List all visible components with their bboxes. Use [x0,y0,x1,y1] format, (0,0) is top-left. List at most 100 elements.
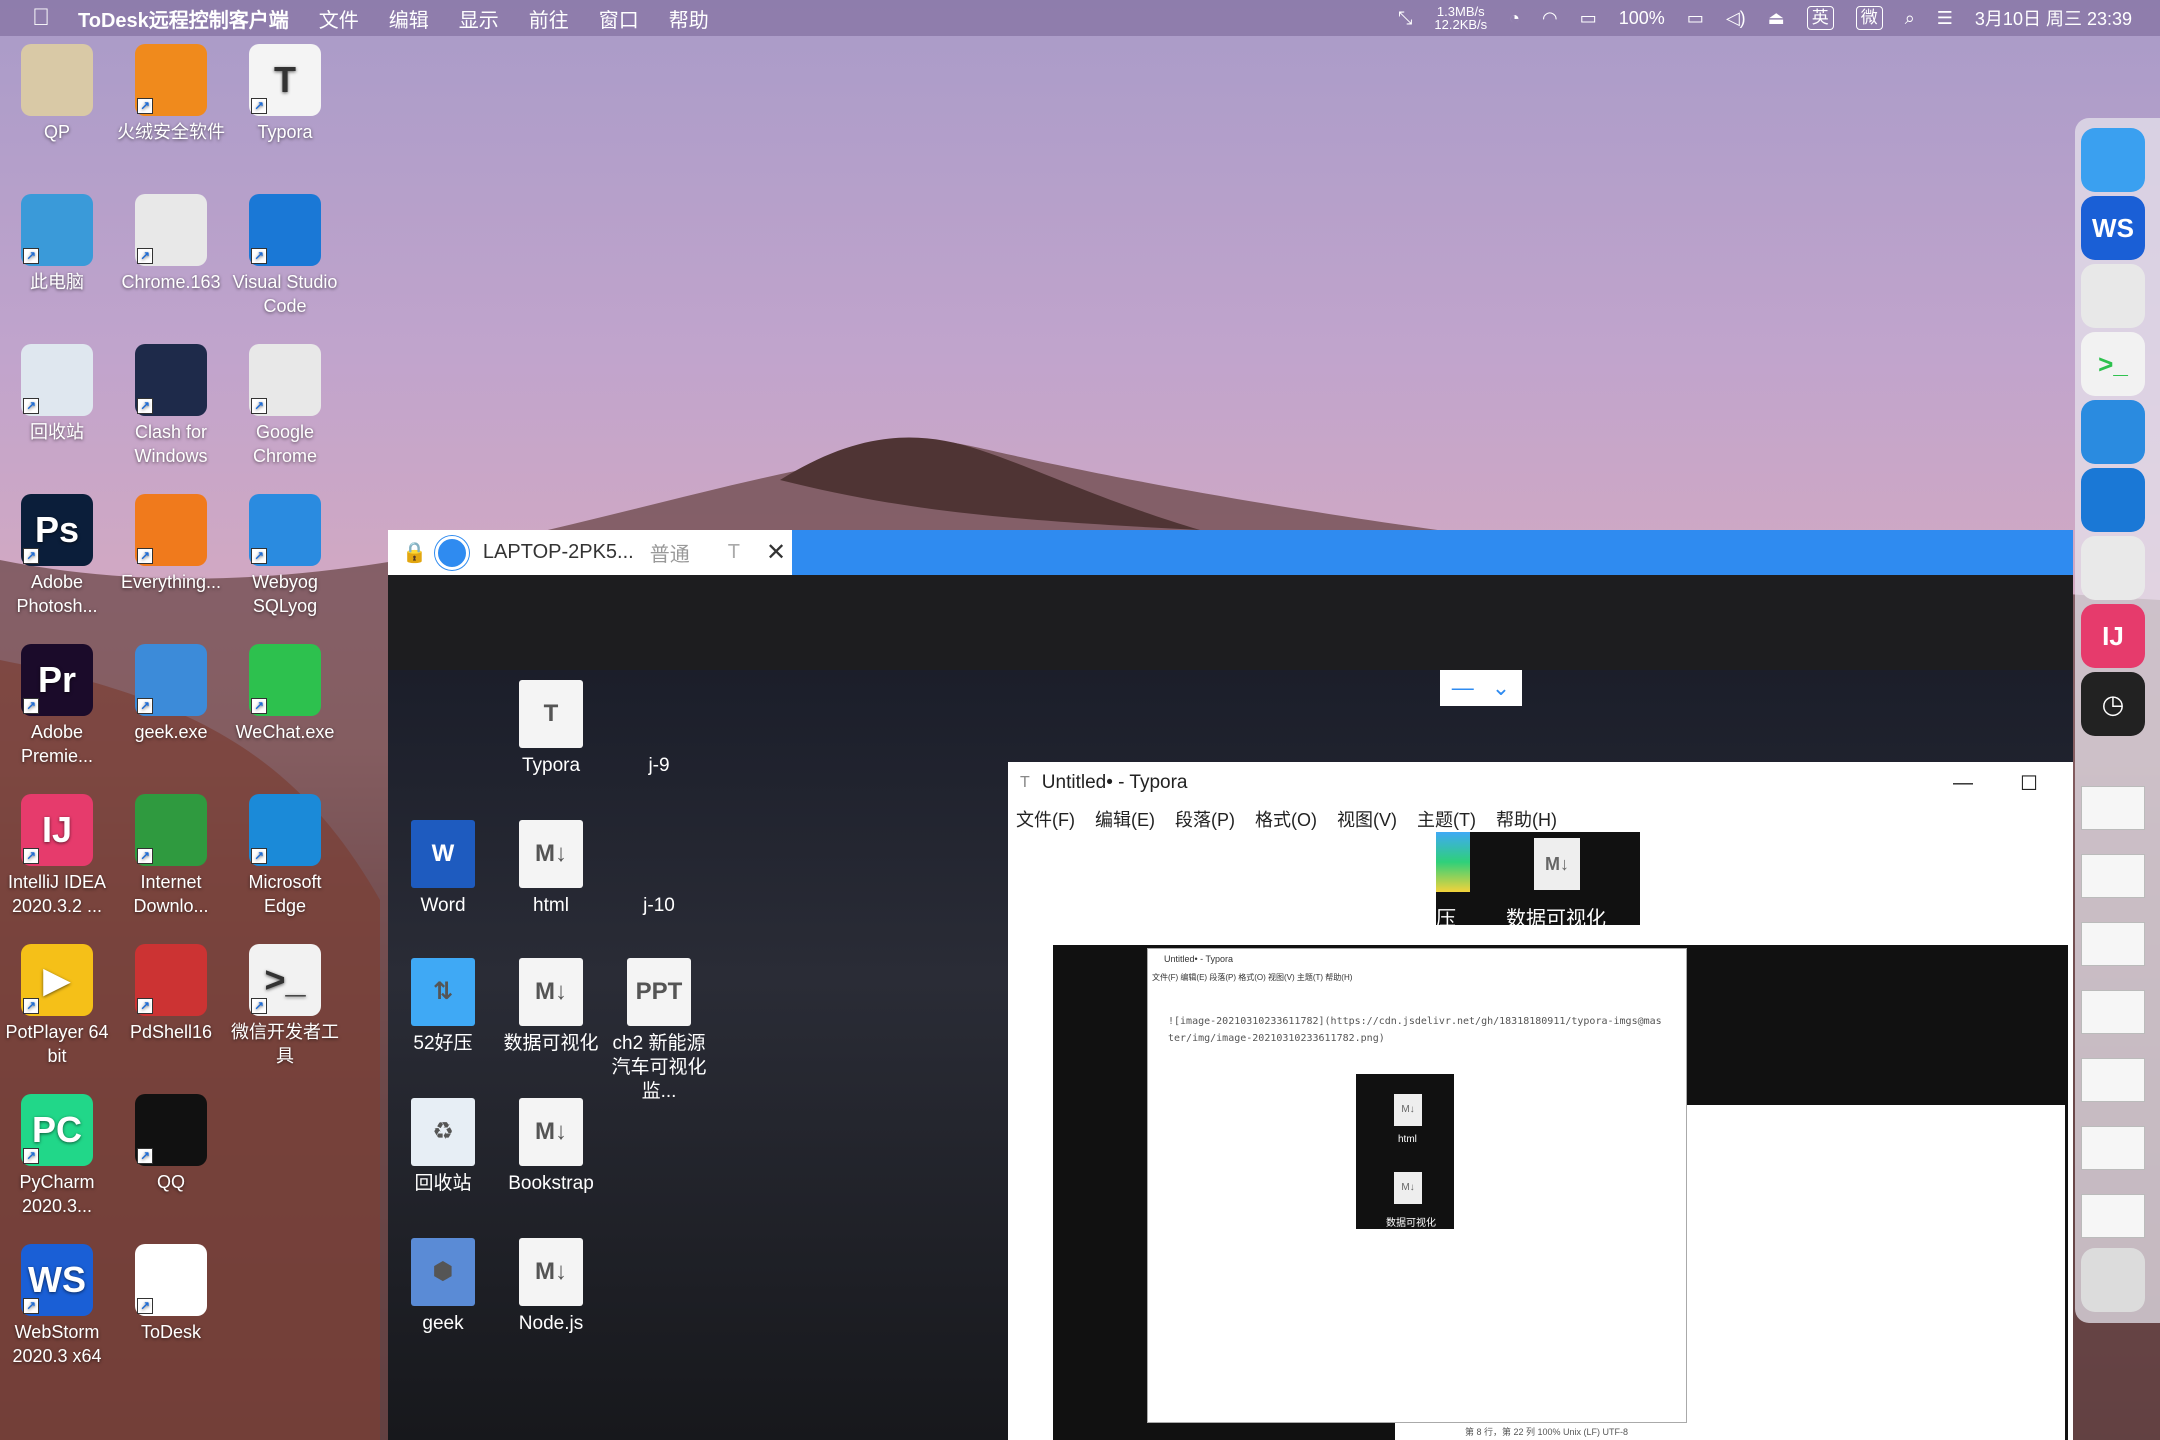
desktop-icon[interactable]: ↗ Internet Downlo... [111,794,231,918]
volume-icon[interactable]: ◁) [1726,8,1746,29]
remote-file-icon: PPT [627,958,691,1026]
desktop-icon[interactable]: Pr ↗ Adobe Premie... [0,644,117,768]
menu-meter-icon[interactable]: ◔ [1509,8,1520,29]
spotlight-icon[interactable]: ⌕ [1905,8,1915,29]
desktop-icon[interactable]: ↗ Webyog SQLyog [225,494,345,618]
remote-desktop-icon[interactable]: ♻ 回收站 [388,1098,498,1196]
remote-desktop-icon[interactable]: M↓ Node.js [496,1238,606,1336]
wifi-icon[interactable]: ◠ [1542,8,1558,29]
remote-desktop-icon[interactable]: M↓ 数据可视化 [496,958,606,1056]
menu-view[interactable]: 显示 [459,4,499,33]
shortcut-arrow-icon: ↗ [137,548,153,564]
minimize-button[interactable]: — [1953,772,1973,795]
desktop-icon-label: Typora [257,122,313,142]
window-thumbnail[interactable] [2081,922,2145,966]
menu-go[interactable]: 前往 [529,4,569,33]
remote-desktop-icon[interactable]: M↓ Bookstrap [496,1098,606,1196]
desktop-icon[interactable]: ↗ WeChat.exe [225,644,345,744]
menu-file[interactable]: 文件 [319,4,359,33]
display-icon[interactable]: ▭ [1580,8,1597,29]
remote-desktop-icon[interactable]: ⬢ geek [388,1238,498,1336]
desktop-icon[interactable]: ↗ Visual Studio Code [225,194,345,318]
app-name-menu[interactable]: ToDesk远程控制客户端 [78,4,289,33]
remote-desktop-icon[interactable]: j-10 [604,820,714,918]
vscode-icon[interactable] [2081,468,2145,532]
remote-file-icon: ⇅ [411,958,475,1026]
desktop-icon[interactable]: ↗ Google Chrome [225,344,345,468]
menu-window[interactable]: 窗口 [599,4,639,33]
desktop-icon[interactable]: ↗ Microsoft Edge [225,794,345,918]
webstorm-icon[interactable]: WS [2081,196,2145,260]
typora-menu-view[interactable]: 视图(V) [1337,806,1397,836]
folder-icon [21,44,93,116]
trash-icon[interactable] [2081,1248,2145,1312]
menu-edit[interactable]: 编辑 [389,4,429,33]
maximize-button[interactable]: ☐ [2020,771,2038,796]
typora-menu-paragraph[interactable]: 段落(P) [1175,806,1235,836]
shortcut-arrow-icon: ↗ [137,698,153,714]
battery-icon[interactable]: ▭ [1687,8,1704,29]
desktop-icon[interactable]: ↗ Chrome.163 [111,194,231,294]
desktop-icon[interactable]: ↗ 此电脑 [0,194,117,294]
desktop-icon[interactable]: T ↗ Typora [225,44,345,144]
minimize-toolbar-icon[interactable]: — [1452,675,1474,701]
launchpad-icon[interactable] [2081,536,2145,600]
idea-icon[interactable]: IJ [2081,604,2145,668]
desktop-icon[interactable]: Ps ↗ Adobe Photosh... [0,494,117,618]
premiere-icon: Pr ↗ [21,644,93,716]
desktop-icon[interactable]: ↗ QQ [111,1094,231,1194]
desktop-icon[interactable]: ↗ Clash for Windows [111,344,231,468]
eject-icon[interactable]: ⏏ [1768,8,1785,29]
window-thumbnail[interactable] [2081,990,2145,1034]
nested-typora-title: Untitled• - Typora [1164,954,1234,964]
finder-icon[interactable] [2081,128,2145,192]
desktop-icon[interactable]: PC ↗ PyCharm 2020.3... [0,1094,117,1218]
remote-desktop-icon[interactable]: ⇅ 52好压 [388,958,498,1056]
clock-icon[interactable]: ◷ [2081,672,2145,736]
remote-icon-label: Typora [521,755,581,776]
todesk-tab[interactable]: 🔒 LAPTOP-2PK5... 普通 T ✕ [388,530,792,575]
remote-toolbar-toggle[interactable]: — ⌄ [1440,670,1522,706]
window-thumbnail[interactable] [2081,1194,2145,1238]
dolphin-icon[interactable] [2081,400,2145,464]
menu-help[interactable]: 帮助 [669,4,709,33]
chrome-icon[interactable] [2081,264,2145,328]
shield-flame-icon: ↗ [135,44,207,116]
desktop-icon[interactable]: ↗ ToDesk [111,1244,231,1344]
remote-icon-label: 回收站 [414,1173,472,1194]
desktop-icon[interactable]: ↗ geek.exe [111,644,231,744]
typora-menu-file[interactable]: 文件(F) [1016,806,1075,836]
remote-desktop-icon[interactable]: j-9 [604,680,714,778]
window-thumbnail[interactable] [2081,854,2145,898]
desktop-icon[interactable]: ↗ PdShell16 [111,944,231,1044]
desktop-icon[interactable]: ▶ ↗ PotPlayer 64 bit [0,944,117,1068]
desktop-icon[interactable]: QP [0,44,117,144]
wechat-devtools-icon[interactable]: >_ [2081,332,2145,396]
desktop-icon[interactable]: >_ ↗ 微信开发者工具 [225,944,345,1068]
remote-desktop-icon[interactable]: W Word [388,820,498,918]
desktop-icon[interactable]: ↗ Everything... [111,494,231,594]
arrows-icon[interactable]: ⤡ [1398,8,1412,29]
remote-desktop-icon[interactable]: PPT ch2 新能源汽车可视化监... [604,958,714,1104]
remote-desktop-icon[interactable]: T Typora [496,680,606,778]
chevron-down-icon[interactable]: ⌄ [1492,675,1510,701]
remote-file-icon: ♻ [411,1098,475,1166]
desktop-icon-label: Google Chrome [252,422,318,466]
photoshop-icon: Ps ↗ [21,494,93,566]
clock[interactable]: 3月10日 周三 23:39 [1975,5,2132,31]
remote-desktop-icon[interactable]: M↓ html [496,820,606,918]
control-center-icon[interactable]: ☰ [1937,8,1953,29]
window-thumbnail[interactable] [2081,1058,2145,1102]
apple-menu-icon[interactable]:  [32,4,50,32]
wechat-menu-icon[interactable]: 微 [1855,6,1883,30]
typora-menu-edit[interactable]: 编辑(E) [1095,806,1155,836]
desktop-icon[interactable]: ↗ 火绒安全软件 [111,44,231,144]
typora-menu-format[interactable]: 格式(O) [1255,806,1317,836]
desktop-icon[interactable]: IJ ↗ IntelliJ IDEA 2020.3.2 ... [0,794,117,918]
desktop-icon[interactable]: ↗ 回收站 [0,344,117,444]
desktop-icon[interactable]: WS ↗ WebStorm 2020.3 x64 [0,1244,117,1368]
window-thumbnail[interactable] [2081,786,2145,830]
close-tab-icon[interactable]: ✕ [766,538,786,567]
window-thumbnail[interactable] [2081,1126,2145,1170]
ime-indicator[interactable]: 英 [1806,6,1834,30]
